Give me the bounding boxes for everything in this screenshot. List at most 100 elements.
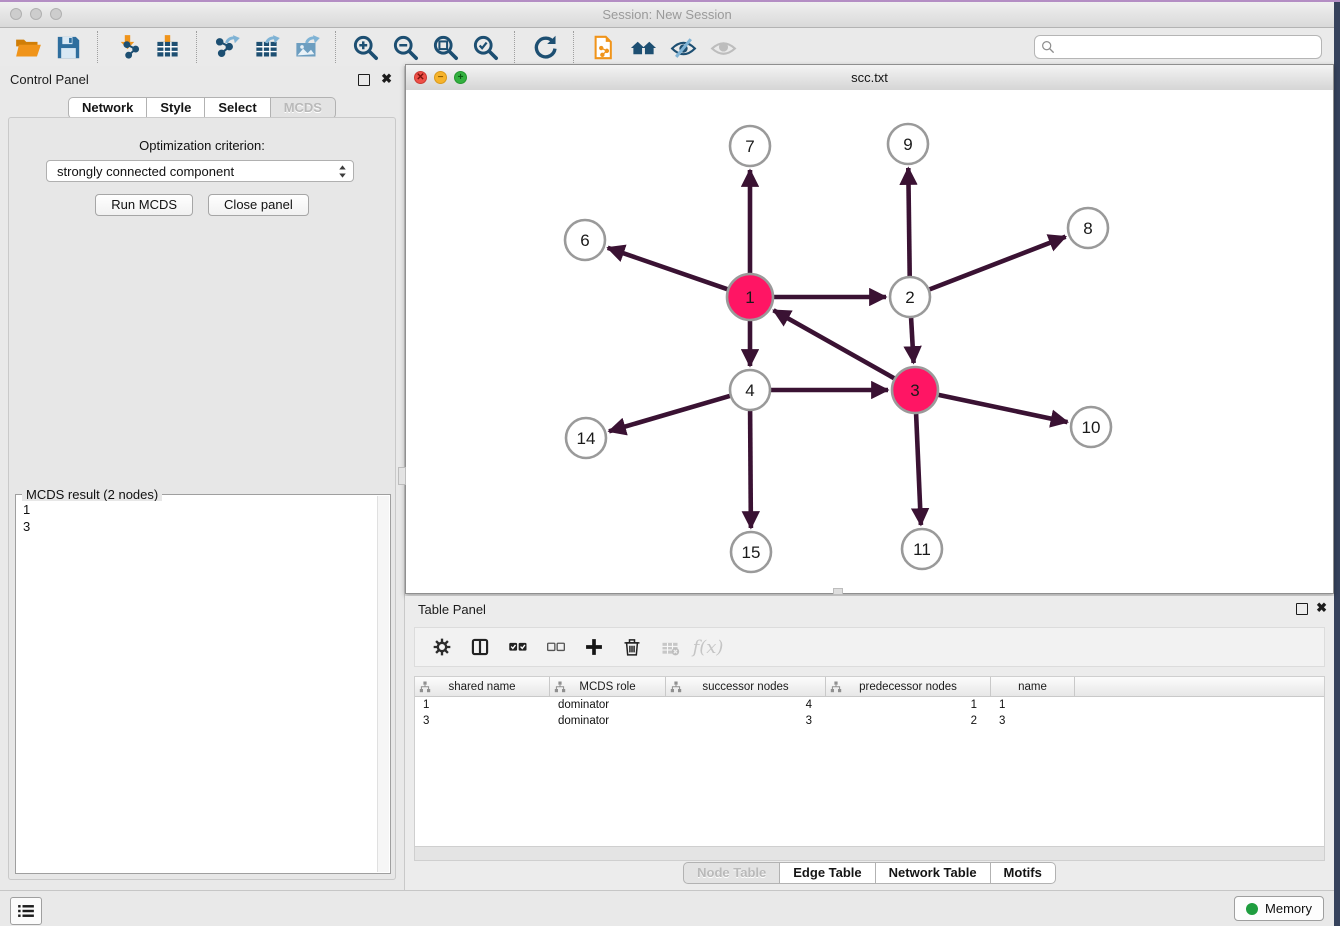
network-window-titlebar[interactable]: ✕ − + scc.txt xyxy=(406,65,1333,91)
graph-node-8[interactable]: 8 xyxy=(1068,208,1108,248)
search-icon xyxy=(1041,40,1055,54)
mcds-result-scrollbar[interactable] xyxy=(377,496,389,872)
first-neighbors-button[interactable] xyxy=(623,30,663,64)
tab-network[interactable]: Network xyxy=(68,97,147,119)
graph-node-3[interactable]: 3 xyxy=(892,367,938,413)
table-header-row: shared nameMCDS rolesuccessor nodesprede… xyxy=(415,677,1324,697)
table-cell[interactable]: 3 xyxy=(991,713,1075,729)
task-history-button[interactable] xyxy=(10,897,42,925)
mcds-tab-content: Optimization criterion: strongly connect… xyxy=(8,117,396,880)
graph-edge-1-6[interactable] xyxy=(608,248,728,289)
network-minimize-button[interactable]: − xyxy=(434,71,447,84)
graph-edge-3-10[interactable] xyxy=(939,395,1068,422)
graph-node-7[interactable]: 7 xyxy=(730,126,770,166)
table-cell[interactable]: 2 xyxy=(826,713,991,729)
apply-layout-button[interactable] xyxy=(524,30,564,64)
create-column-button[interactable] xyxy=(579,632,609,662)
table-horizontal-scrollbar[interactable] xyxy=(414,847,1325,861)
table-cell[interactable]: 1 xyxy=(826,697,991,713)
table-cell[interactable]: 3 xyxy=(666,713,826,729)
window-titlebar[interactable]: Session: New Session xyxy=(0,2,1334,28)
export-image-button[interactable] xyxy=(286,30,326,64)
graph-edge-2-9[interactable] xyxy=(908,168,909,276)
open-session-button[interactable] xyxy=(8,30,48,64)
table-tab-edge-table[interactable]: Edge Table xyxy=(780,862,875,884)
table-cell[interactable]: dominator xyxy=(550,697,666,713)
table-tab-motifs[interactable]: Motifs xyxy=(991,862,1056,884)
export-network-button[interactable] xyxy=(206,30,246,64)
close-table-panel-icon[interactable]: ✖ xyxy=(1316,600,1327,616)
delete-column-button[interactable] xyxy=(617,632,647,662)
network-canvas[interactable]: 7 9 6 8 1 2 4 3 14 10 15 11 xyxy=(406,90,1333,593)
column-selector-button[interactable] xyxy=(465,632,495,662)
new-network-from-selection-button[interactable] xyxy=(583,30,623,64)
column-header-shared-name[interactable]: shared name xyxy=(415,677,550,696)
memory-button[interactable]: Memory xyxy=(1234,896,1324,921)
tab-mcds[interactable]: MCDS xyxy=(271,97,336,119)
float-panel-icon[interactable] xyxy=(358,74,370,86)
network-close-button[interactable]: ✕ xyxy=(414,71,427,84)
graph-node-6[interactable]: 6 xyxy=(565,220,605,260)
graph-node-9[interactable]: 9 xyxy=(888,124,928,164)
unselect-all-columns-button[interactable] xyxy=(541,632,571,662)
network-zoom-button[interactable]: + xyxy=(454,71,467,84)
table-row[interactable]: 1dominator411 xyxy=(415,697,1324,713)
tab-style[interactable]: Style xyxy=(147,97,205,119)
close-panel-icon[interactable]: ✖ xyxy=(381,71,392,87)
tab-select[interactable]: Select xyxy=(205,97,270,119)
graph-edge-4-14[interactable] xyxy=(609,396,730,431)
graph-node-1[interactable]: 1 xyxy=(727,274,773,320)
table-cell[interactable]: 3 xyxy=(415,713,550,729)
graph-node-4[interactable]: 4 xyxy=(730,370,770,410)
import-network-button[interactable] xyxy=(107,30,147,64)
graph-edge-2-3[interactable] xyxy=(911,318,914,363)
table-row[interactable]: 3dominator323 xyxy=(415,713,1324,729)
import-table-button[interactable] xyxy=(147,30,187,64)
close-window-button[interactable] xyxy=(10,8,22,20)
save-session-button[interactable] xyxy=(48,30,88,64)
hide-selected-button[interactable] xyxy=(663,30,703,64)
graph-node-15[interactable]: 15 xyxy=(731,532,771,572)
graph-edge-3-11[interactable] xyxy=(916,414,921,525)
table-tab-node-table[interactable]: Node Table xyxy=(683,862,780,884)
save-icon xyxy=(55,34,82,61)
mcds-result-item[interactable]: 1 xyxy=(17,501,378,518)
table-cell[interactable]: 4 xyxy=(666,697,826,713)
column-header-mcds-role[interactable]: MCDS role xyxy=(550,677,666,696)
table-tab-network-table[interactable]: Network Table xyxy=(876,862,991,884)
zoom-fit-button[interactable] xyxy=(425,30,465,64)
close-mcds-panel-button[interactable]: Close panel xyxy=(208,194,309,216)
select-all-columns-button[interactable] xyxy=(503,632,533,662)
graph-node-10[interactable]: 10 xyxy=(1071,407,1111,447)
zoom-window-button[interactable] xyxy=(50,8,62,20)
float-table-panel-icon[interactable] xyxy=(1296,603,1308,615)
optimization-criterion-label: Optimization criterion: xyxy=(9,138,395,153)
graph-edge-2-8[interactable] xyxy=(930,237,1066,290)
mcds-result-list[interactable]: 13 xyxy=(17,501,378,872)
table-panel-title: Table Panel xyxy=(418,602,486,617)
graph-node-14[interactable]: 14 xyxy=(566,418,606,458)
minimize-window-button[interactable] xyxy=(30,8,42,20)
graph-edge-3-1[interactable] xyxy=(774,310,895,378)
horizontal-splitter-handle[interactable] xyxy=(833,588,843,595)
search-input[interactable] xyxy=(1034,35,1322,59)
zoom-out-button[interactable] xyxy=(385,30,425,64)
window-controls xyxy=(10,8,62,20)
run-mcds-button[interactable]: Run MCDS xyxy=(95,194,193,216)
export-table-button[interactable] xyxy=(246,30,286,64)
criterion-dropdown[interactable]: strongly connected component xyxy=(46,160,354,182)
table-cell[interactable]: 1 xyxy=(415,697,550,713)
table-cell[interactable]: 1 xyxy=(991,697,1075,713)
graph-node-11[interactable]: 11 xyxy=(902,529,942,569)
table-cell[interactable]: dominator xyxy=(550,713,666,729)
attribute-settings-button[interactable] xyxy=(427,632,457,662)
column-header-successor-nodes[interactable]: successor nodes xyxy=(666,677,826,696)
zoom-selected-button[interactable] xyxy=(465,30,505,64)
panel-splitter-handle[interactable] xyxy=(398,467,406,485)
zoom-in-button[interactable] xyxy=(345,30,385,64)
graph-edge-4-15[interactable] xyxy=(750,411,751,528)
mcds-result-item[interactable]: 3 xyxy=(17,518,378,535)
graph-node-2[interactable]: 2 xyxy=(890,277,930,317)
column-header-predecessor-nodes[interactable]: predecessor nodes xyxy=(826,677,991,696)
column-header-name[interactable]: name xyxy=(991,677,1075,696)
